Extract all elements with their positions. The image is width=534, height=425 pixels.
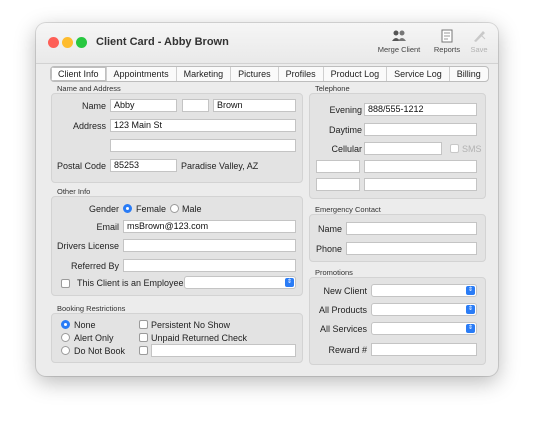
- title-bar: Client Card - Abby Brown Merge Client Re…: [36, 23, 498, 64]
- tab-bar: Client Info Appointments Marketing Pictu…: [50, 66, 489, 82]
- client-card-window: Client Card - Abby Brown Merge Client Re…: [36, 23, 498, 376]
- unpaid-returned-check-checkbox[interactable]: [139, 333, 148, 342]
- drivers-license-label: Drivers License: [56, 241, 119, 251]
- booking-none-radio[interactable]: [61, 320, 70, 329]
- tab-marketing[interactable]: Marketing: [177, 67, 232, 81]
- chevron-updown-icon: ⇕: [466, 286, 475, 295]
- custom-restriction-checkbox[interactable]: [139, 346, 148, 355]
- unpaid-returned-check-label: Unpaid Returned Check: [151, 333, 248, 343]
- address-line2-field[interactable]: [110, 139, 296, 152]
- merge-client-button[interactable]: Merge Client: [375, 29, 423, 54]
- employee-checkbox[interactable]: [61, 279, 70, 288]
- save-icon: [474, 31, 486, 42]
- all-products-label: All Products: [318, 305, 367, 315]
- evening-phone-field[interactable]: 888/555-1212: [364, 103, 477, 116]
- tab-pictures[interactable]: Pictures: [231, 67, 279, 81]
- employee-label: This Client is an Employee: [77, 278, 184, 288]
- extra-phone-field-1[interactable]: [364, 160, 477, 173]
- save-label: Save: [470, 45, 488, 54]
- gender-male-label: Male: [182, 204, 202, 214]
- tab-appointments[interactable]: Appointments: [107, 67, 177, 81]
- merge-client-icon: [392, 30, 406, 41]
- postal-code-field[interactable]: 85253: [110, 159, 177, 172]
- close-button[interactable]: [48, 37, 59, 48]
- zoom-button[interactable]: [76, 37, 87, 48]
- postal-code-label: Postal Code: [56, 161, 106, 171]
- name-address-heading: Name and Address: [57, 84, 121, 93]
- sms-label: SMS: [462, 144, 482, 154]
- evening-label: Evening: [329, 105, 362, 115]
- address-line1-field[interactable]: 123 Main St: [110, 119, 296, 132]
- tab-billing[interactable]: Billing: [450, 67, 488, 81]
- persistent-no-show-label: Persistent No Show: [151, 320, 231, 330]
- booking-alert-only-label: Alert Only: [74, 333, 114, 343]
- emergency-name-field[interactable]: [346, 222, 477, 235]
- reward-field[interactable]: [371, 343, 477, 356]
- new-client-select[interactable]: ⇕: [371, 284, 477, 297]
- extra-phone-field-2[interactable]: [364, 178, 477, 191]
- emergency-phone-field[interactable]: [346, 242, 477, 255]
- address-label: Address: [72, 121, 106, 131]
- new-client-label: New Client: [323, 286, 367, 296]
- minimize-button[interactable]: [62, 37, 73, 48]
- emergency-contact-heading: Emergency Contact: [315, 205, 381, 214]
- extra-phone-label-field-2[interactable]: [316, 178, 360, 191]
- emergency-name-label: Name: [317, 224, 342, 234]
- reports-icon: [441, 29, 453, 43]
- all-services-select[interactable]: ⇕: [371, 322, 477, 335]
- window-title: Client Card - Abby Brown: [96, 36, 229, 48]
- daytime-phone-field[interactable]: [364, 123, 477, 136]
- name-label: Name: [81, 101, 106, 111]
- employee-select[interactable]: ⇕: [184, 276, 296, 289]
- gender-female-radio[interactable]: [123, 204, 132, 213]
- telephone-heading: Telephone: [315, 84, 350, 93]
- chevron-updown-icon: ⇕: [466, 324, 475, 333]
- drivers-license-field[interactable]: [123, 239, 296, 252]
- chevron-updown-icon: ⇕: [466, 305, 475, 314]
- email-label: Email: [96, 222, 119, 232]
- referred-by-label: Referred By: [70, 261, 119, 271]
- reports-button[interactable]: Reports: [432, 29, 462, 54]
- all-services-label: All Services: [319, 324, 367, 334]
- last-name-field[interactable]: Brown: [213, 99, 296, 112]
- tab-profiles[interactable]: Profiles: [279, 67, 324, 81]
- custom-restriction-field[interactable]: [151, 344, 296, 357]
- reward-label: Reward #: [328, 345, 367, 355]
- email-field[interactable]: msBrown@123.com: [123, 220, 296, 233]
- cellular-phone-field[interactable]: [364, 142, 442, 155]
- city-state-text: Paradise Valley, AZ: [181, 161, 259, 171]
- gender-female-label: Female: [136, 204, 167, 214]
- middle-name-field[interactable]: [182, 99, 209, 112]
- gender-male-radio[interactable]: [170, 204, 179, 213]
- booking-none-label: None: [74, 320, 96, 330]
- tab-client-info[interactable]: Client Info: [51, 67, 107, 81]
- persistent-no-show-checkbox[interactable]: [139, 320, 148, 329]
- booking-alert-only-radio[interactable]: [61, 333, 70, 342]
- merge-client-label: Merge Client: [377, 45, 421, 54]
- extra-phone-label-field-1[interactable]: [316, 160, 360, 173]
- daytime-label: Daytime: [328, 125, 362, 135]
- other-info-heading: Other Info: [57, 187, 91, 196]
- tab-service-log[interactable]: Service Log: [387, 67, 450, 81]
- cellular-label: Cellular: [331, 144, 362, 154]
- chevron-updown-icon: ⇕: [285, 278, 294, 287]
- reports-label: Reports: [433, 45, 461, 54]
- booking-restrictions-heading: Booking Restrictions: [57, 304, 126, 313]
- booking-do-not-book-radio[interactable]: [61, 346, 70, 355]
- first-name-field[interactable]: Abby: [110, 99, 177, 112]
- promotions-heading: Promotions: [315, 268, 353, 277]
- booking-do-not-book-label: Do Not Book: [74, 346, 126, 356]
- emergency-phone-label: Phone: [315, 244, 342, 254]
- all-products-select[interactable]: ⇕: [371, 303, 477, 316]
- gender-label: Gender: [88, 204, 119, 214]
- save-button[interactable]: Save: [466, 29, 492, 54]
- referred-by-field[interactable]: [123, 259, 296, 272]
- tab-product-log[interactable]: Product Log: [324, 67, 388, 81]
- sms-checkbox[interactable]: [450, 144, 459, 153]
